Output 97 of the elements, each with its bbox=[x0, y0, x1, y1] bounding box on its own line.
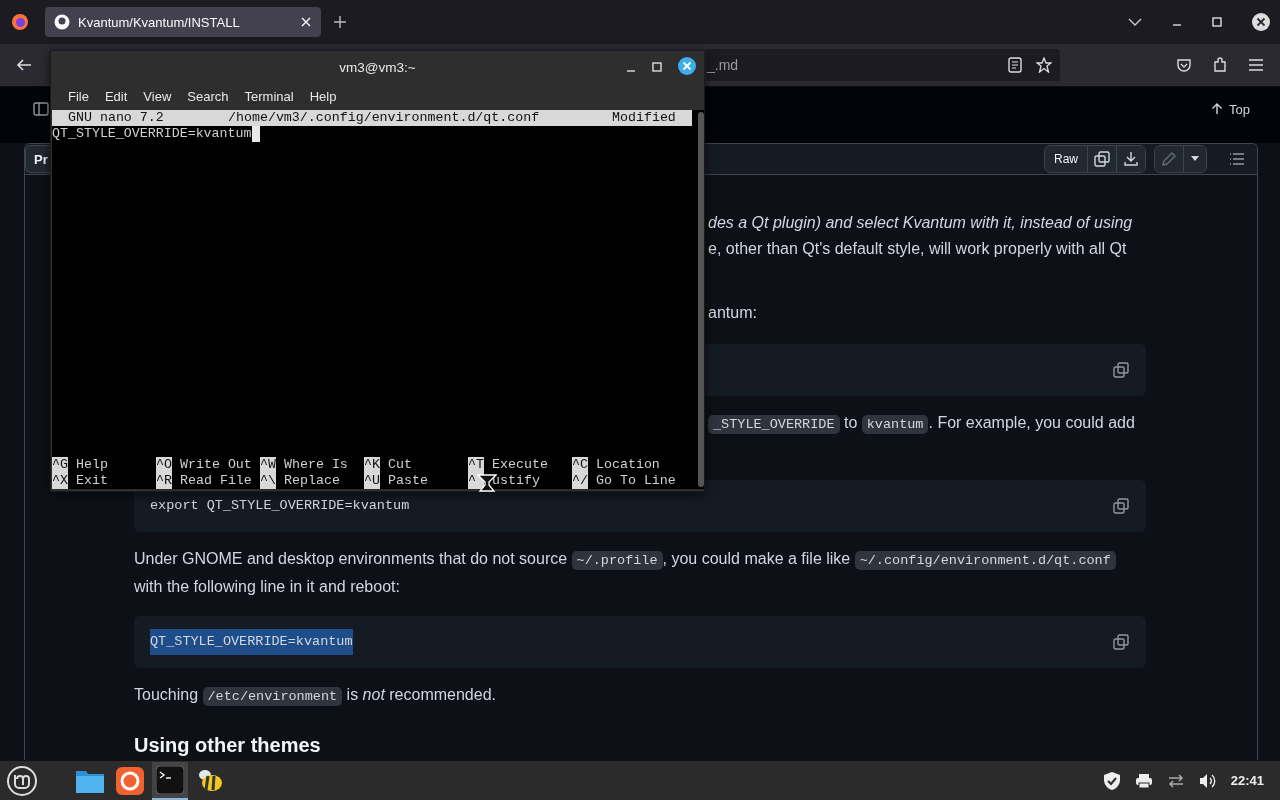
paragraph-text: . For example, you could add bbox=[928, 414, 1135, 431]
editor-line: QT_STYLE_OVERRIDE=kvantum bbox=[52, 126, 252, 142]
menu-item[interactable]: Edit bbox=[96, 89, 136, 104]
shortcut-key: ^O bbox=[156, 457, 172, 473]
chevron-down-icon[interactable] bbox=[1128, 17, 1142, 27]
window-title: vm3@vm3:~ bbox=[339, 59, 416, 75]
shield-icon[interactable] bbox=[1102, 770, 1121, 791]
close-icon[interactable] bbox=[300, 16, 312, 28]
shortcut-key: ^K bbox=[364, 457, 380, 473]
browser-tab[interactable]: Kvantum/Kvantum/INSTALL bbox=[45, 7, 321, 37]
star-icon[interactable] bbox=[1036, 57, 1052, 73]
menu-item[interactable]: Terminal bbox=[236, 89, 302, 104]
download-button[interactable] bbox=[1117, 146, 1145, 172]
shortcut-key: ^W bbox=[260, 457, 276, 473]
shortcut-label: Exit bbox=[76, 473, 108, 489]
top-label: Top bbox=[1229, 101, 1250, 117]
paragraph-text: Touching bbox=[134, 686, 200, 703]
shortcut-key: ^R bbox=[156, 473, 172, 489]
raw-button[interactable]: Raw bbox=[1045, 146, 1088, 172]
shortcut-key: ^U bbox=[364, 473, 380, 489]
shortcut-label: Go To Line bbox=[596, 473, 676, 489]
terminal-icon bbox=[156, 765, 184, 794]
shortcut-key: ^T bbox=[468, 457, 484, 473]
menu-item[interactable]: View bbox=[135, 89, 180, 104]
download-icon bbox=[1123, 151, 1139, 167]
network-icon[interactable] bbox=[1166, 772, 1185, 789]
menu-item[interactable]: Help bbox=[301, 89, 345, 104]
section-heading: Using other themes bbox=[134, 733, 322, 758]
top-link[interactable]: Top bbox=[1211, 101, 1250, 117]
new-tab-icon[interactable] bbox=[333, 15, 347, 29]
file-path: /home/vm3/.config/environment.d/qt.conf bbox=[228, 110, 541, 126]
shortcut-label: Paste bbox=[388, 473, 428, 489]
url-text: _.md bbox=[707, 57, 739, 73]
clock[interactable]: 22:41 bbox=[1230, 773, 1264, 788]
paragraph-text: , you could make a file like bbox=[662, 550, 852, 567]
nano-version: GNU nano 7.2 bbox=[67, 110, 165, 126]
firefox-icon bbox=[116, 766, 144, 795]
tab-title: Kvantum/Kvantum/INSTALL bbox=[78, 14, 241, 30]
copy-icon bbox=[1094, 151, 1110, 167]
shortcut-label: Location bbox=[596, 457, 660, 473]
shortcut-label: Help bbox=[76, 457, 108, 473]
close-icon[interactable] bbox=[1252, 13, 1270, 31]
terminal-app-button[interactable] bbox=[152, 761, 188, 800]
inline-code: /etc/environment bbox=[202, 687, 343, 706]
back-arrow-icon[interactable] bbox=[16, 57, 32, 73]
menu-item[interactable]: Search bbox=[179, 89, 237, 104]
paragraph-text: to bbox=[842, 414, 859, 431]
caret-icon bbox=[1190, 156, 1200, 162]
sidebar-icon[interactable] bbox=[33, 101, 49, 117]
mint-menu-icon[interactable] bbox=[6, 764, 38, 797]
reader-view-icon[interactable] bbox=[1008, 57, 1022, 73]
paragraph-text: e, other than Qt's default style, will work properly with all Qt bbox=[708, 240, 1127, 257]
shortcut-label: Execute bbox=[492, 457, 548, 473]
inline-code: _STYLE_OVERRIDE bbox=[708, 415, 840, 434]
firefox-icon[interactable] bbox=[11, 13, 29, 31]
inline-code: ~/.profile bbox=[571, 551, 663, 570]
shortcut-label: Write Out bbox=[180, 457, 252, 473]
volume-icon[interactable] bbox=[1198, 772, 1217, 789]
copy-icon[interactable] bbox=[1113, 362, 1129, 378]
paragraph-text: des a Qt plugin) and select Kvantum with it, instead of using bbox=[708, 214, 1133, 231]
modified-status: Modified bbox=[612, 110, 677, 126]
file-tab[interactable]: Pr bbox=[25, 145, 50, 173]
maximize-icon[interactable] bbox=[1212, 17, 1222, 27]
maximize-icon[interactable] bbox=[652, 62, 662, 72]
inline-code: kvantum bbox=[861, 415, 929, 434]
menu-icon[interactable] bbox=[1248, 58, 1264, 72]
copy-icon[interactable] bbox=[1113, 634, 1129, 650]
paragraph-text: Under GNOME and desktop environments that do not source bbox=[134, 550, 569, 567]
shortcut-key: ^/ bbox=[572, 473, 588, 489]
printer-icon[interactable] bbox=[1134, 772, 1153, 789]
shortcut-key: ^X bbox=[52, 473, 68, 489]
pencil-icon bbox=[1161, 151, 1177, 167]
copy-button[interactable] bbox=[1088, 146, 1117, 172]
dropdown-button[interactable] bbox=[1184, 146, 1206, 172]
shortcut-key: ^C bbox=[572, 457, 588, 473]
scrollbar[interactable] bbox=[698, 112, 704, 487]
inline-code: ~/.config/environment.d/qt.conf bbox=[854, 551, 1116, 570]
code-text: export QT_STYLE_OVERRIDE=kvantum bbox=[150, 497, 410, 515]
text-cursor bbox=[251, 126, 260, 142]
address-bar[interactable]: _.md bbox=[706, 49, 1060, 81]
arrow-up-icon bbox=[1211, 103, 1224, 115]
shortcut-label: Read File bbox=[180, 473, 252, 489]
code-text: QT_STYLE_OVERRIDE=kvantum bbox=[150, 629, 353, 655]
shortcut-label: ustify bbox=[492, 473, 540, 489]
close-icon[interactable] bbox=[678, 57, 696, 75]
paragraph-text: antum: bbox=[708, 304, 757, 321]
shortcut-label: Replace bbox=[284, 473, 340, 489]
paragraph-text: is not recommended. bbox=[345, 686, 496, 703]
pocket-icon[interactable] bbox=[1176, 57, 1192, 73]
copy-icon[interactable] bbox=[1113, 498, 1129, 514]
shortcut-label: Cut bbox=[388, 457, 412, 473]
menu-item[interactable]: File bbox=[60, 89, 97, 104]
shortcut-key: ^\ bbox=[260, 473, 276, 489]
shortcut-label: Where Is bbox=[284, 457, 348, 473]
list-icon[interactable] bbox=[1229, 152, 1245, 166]
shortcut-key: ^G bbox=[52, 457, 68, 473]
paragraph-text: with the following line in it and reboot: bbox=[134, 578, 400, 595]
